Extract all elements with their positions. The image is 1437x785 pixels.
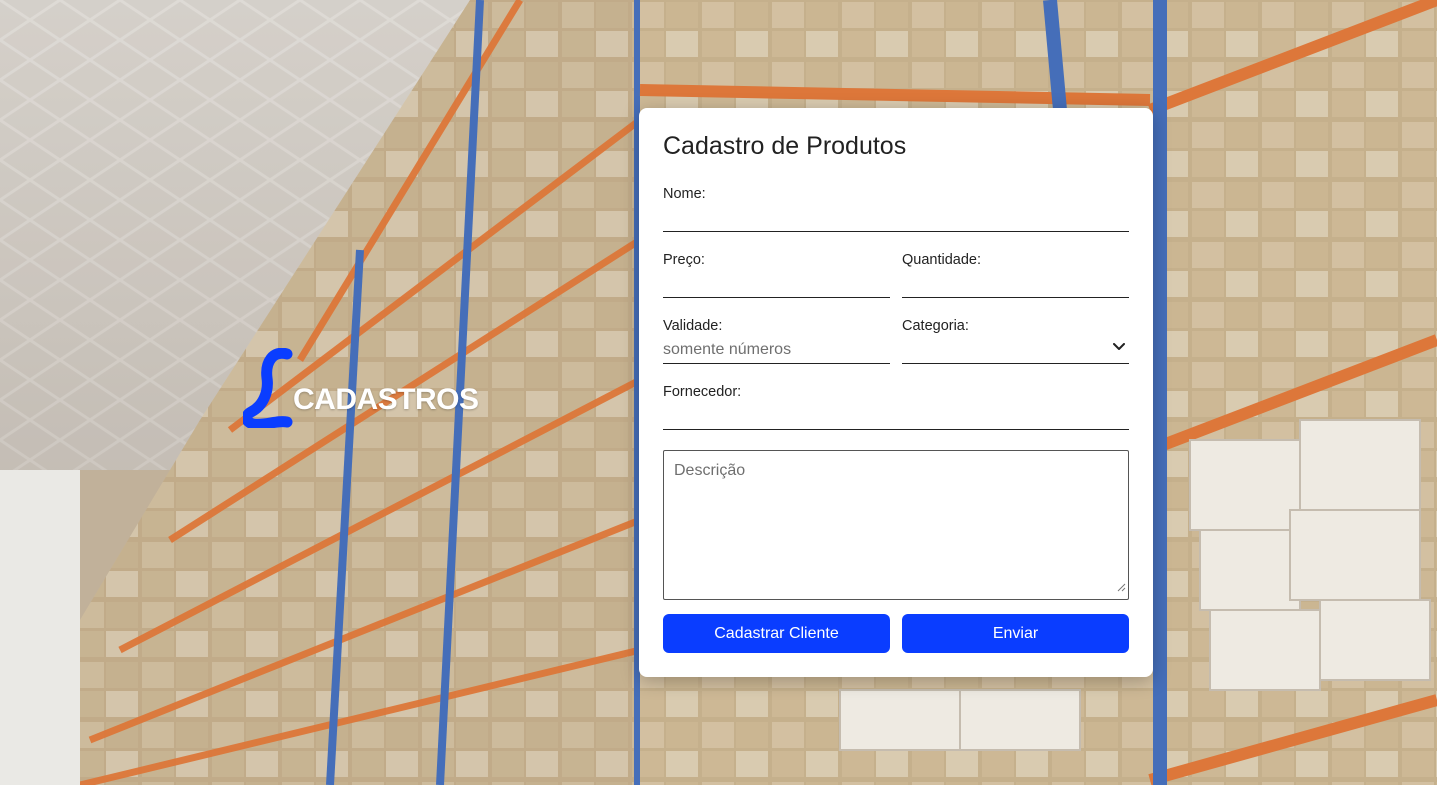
fornecedor-input[interactable]: [663, 407, 1129, 427]
quantidade-field: Quantidade:: [902, 252, 1129, 298]
validade-label: Validade:: [663, 318, 723, 334]
nome-field: Nome:: [663, 186, 1129, 232]
preco-input[interactable]: [663, 275, 890, 295]
descricao-placeholder: Descrição: [674, 462, 746, 479]
resize-grip-icon[interactable]: [1117, 579, 1126, 597]
brand-name: CADASTROS: [293, 383, 479, 416]
nome-label: Nome:: [663, 186, 706, 202]
preco-underline: [663, 297, 890, 298]
nome-underline: [663, 231, 1129, 232]
categoria-underline: [902, 363, 1129, 364]
brand: CADASTROS: [241, 347, 479, 430]
quantidade-underline: [902, 297, 1129, 298]
fornecedor-field: Fornecedor:: [663, 384, 1129, 430]
fornecedor-underline: [663, 429, 1129, 430]
categoria-label: Categoria:: [902, 318, 969, 334]
enviar-button[interactable]: Enviar: [902, 614, 1129, 653]
quantidade-input[interactable]: [902, 275, 1129, 295]
preco-label: Preço:: [663, 252, 705, 268]
validade-underline: [663, 363, 890, 364]
validade-field: Validade:: [663, 318, 890, 364]
nome-input[interactable]: [663, 209, 1129, 229]
form-title: Cadastro de Produtos: [663, 132, 907, 160]
categoria-field[interactable]: Categoria:: [902, 318, 1129, 364]
product-form-card: Cadastro de Produtos Nome: Preço: Quanti…: [639, 108, 1153, 677]
descricao-textarea[interactable]: Descrição: [663, 450, 1129, 600]
cadastrar-cliente-button[interactable]: Cadastrar Cliente: [663, 614, 890, 653]
validade-input[interactable]: [663, 340, 890, 360]
chevron-down-icon[interactable]: [1113, 338, 1125, 356]
preco-field: Preço:: [663, 252, 890, 298]
quantidade-label: Quantidade:: [902, 252, 982, 268]
fornecedor-label: Fornecedor:: [663, 384, 742, 400]
brand-logo-icon: [241, 347, 297, 430]
